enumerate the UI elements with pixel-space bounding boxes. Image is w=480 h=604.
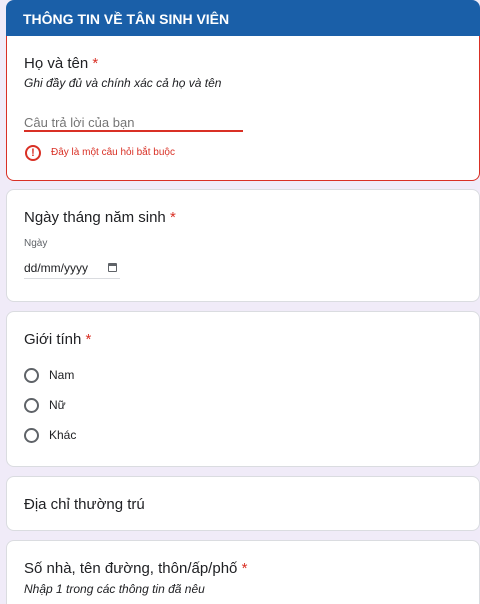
radio-label: Khác (49, 428, 77, 442)
required-asterisk: * (85, 331, 92, 348)
radio-option-khac[interactable]: Khác (24, 425, 76, 445)
required-asterisk: * (169, 209, 176, 226)
address-section-title: Địa chỉ thường trú (24, 496, 145, 513)
question-gender-title: Giới tính * (24, 331, 92, 348)
question-gender-card: Giới tính * Nam Nữ Khác (6, 311, 480, 467)
question-dob-card: Ngày tháng năm sinh * Ngày dd/mm/yyyy (6, 189, 480, 302)
radio-button[interactable] (24, 367, 39, 383)
fullname-input[interactable] (24, 113, 242, 131)
radio-label: Nữ (49, 398, 66, 412)
question-fullname-card: Họ và tên * Ghi đầy đủ và chính xác cả h… (6, 36, 480, 181)
required-asterisk: * (241, 560, 248, 577)
error-icon: ! (25, 145, 41, 161)
question-fullname-description: Ghi đầy đủ và chính xác cả họ và tên (24, 76, 222, 90)
radio-button[interactable] (24, 427, 39, 443)
error-message: Đây là một câu hỏi bắt buộc (51, 147, 175, 158)
dob-date-input[interactable]: dd/mm/yyyy (24, 261, 88, 275)
radio-option-nu[interactable]: Nữ (24, 395, 66, 415)
radio-button[interactable] (24, 397, 39, 413)
question-dob-title: Ngày tháng năm sinh * (24, 209, 176, 226)
question-street-title: Số nhà, tên đường, thôn/ấp/phố * (24, 560, 248, 577)
address-section-card: Địa chỉ thường trú (6, 476, 480, 531)
section-title: THÔNG TIN VỀ TÂN SINH VIÊN (23, 11, 230, 27)
question-street-description: Nhập 1 trong các thông tin đã nêu (24, 582, 205, 596)
fullname-input-underline (24, 130, 243, 132)
section-header: THÔNG TIN VỀ TÂN SINH VIÊN (6, 0, 480, 36)
date-input-underline (24, 278, 120, 279)
radio-label: Nam (49, 368, 75, 382)
calendar-icon[interactable] (108, 263, 117, 272)
question-fullname-title: Họ và tên * (24, 55, 99, 72)
date-field-label: Ngày (24, 238, 48, 249)
radio-option-nam[interactable]: Nam (24, 365, 74, 385)
required-asterisk: * (92, 55, 99, 72)
question-street-card: Số nhà, tên đường, thôn/ấp/phố * Nhập 1 … (6, 540, 480, 604)
